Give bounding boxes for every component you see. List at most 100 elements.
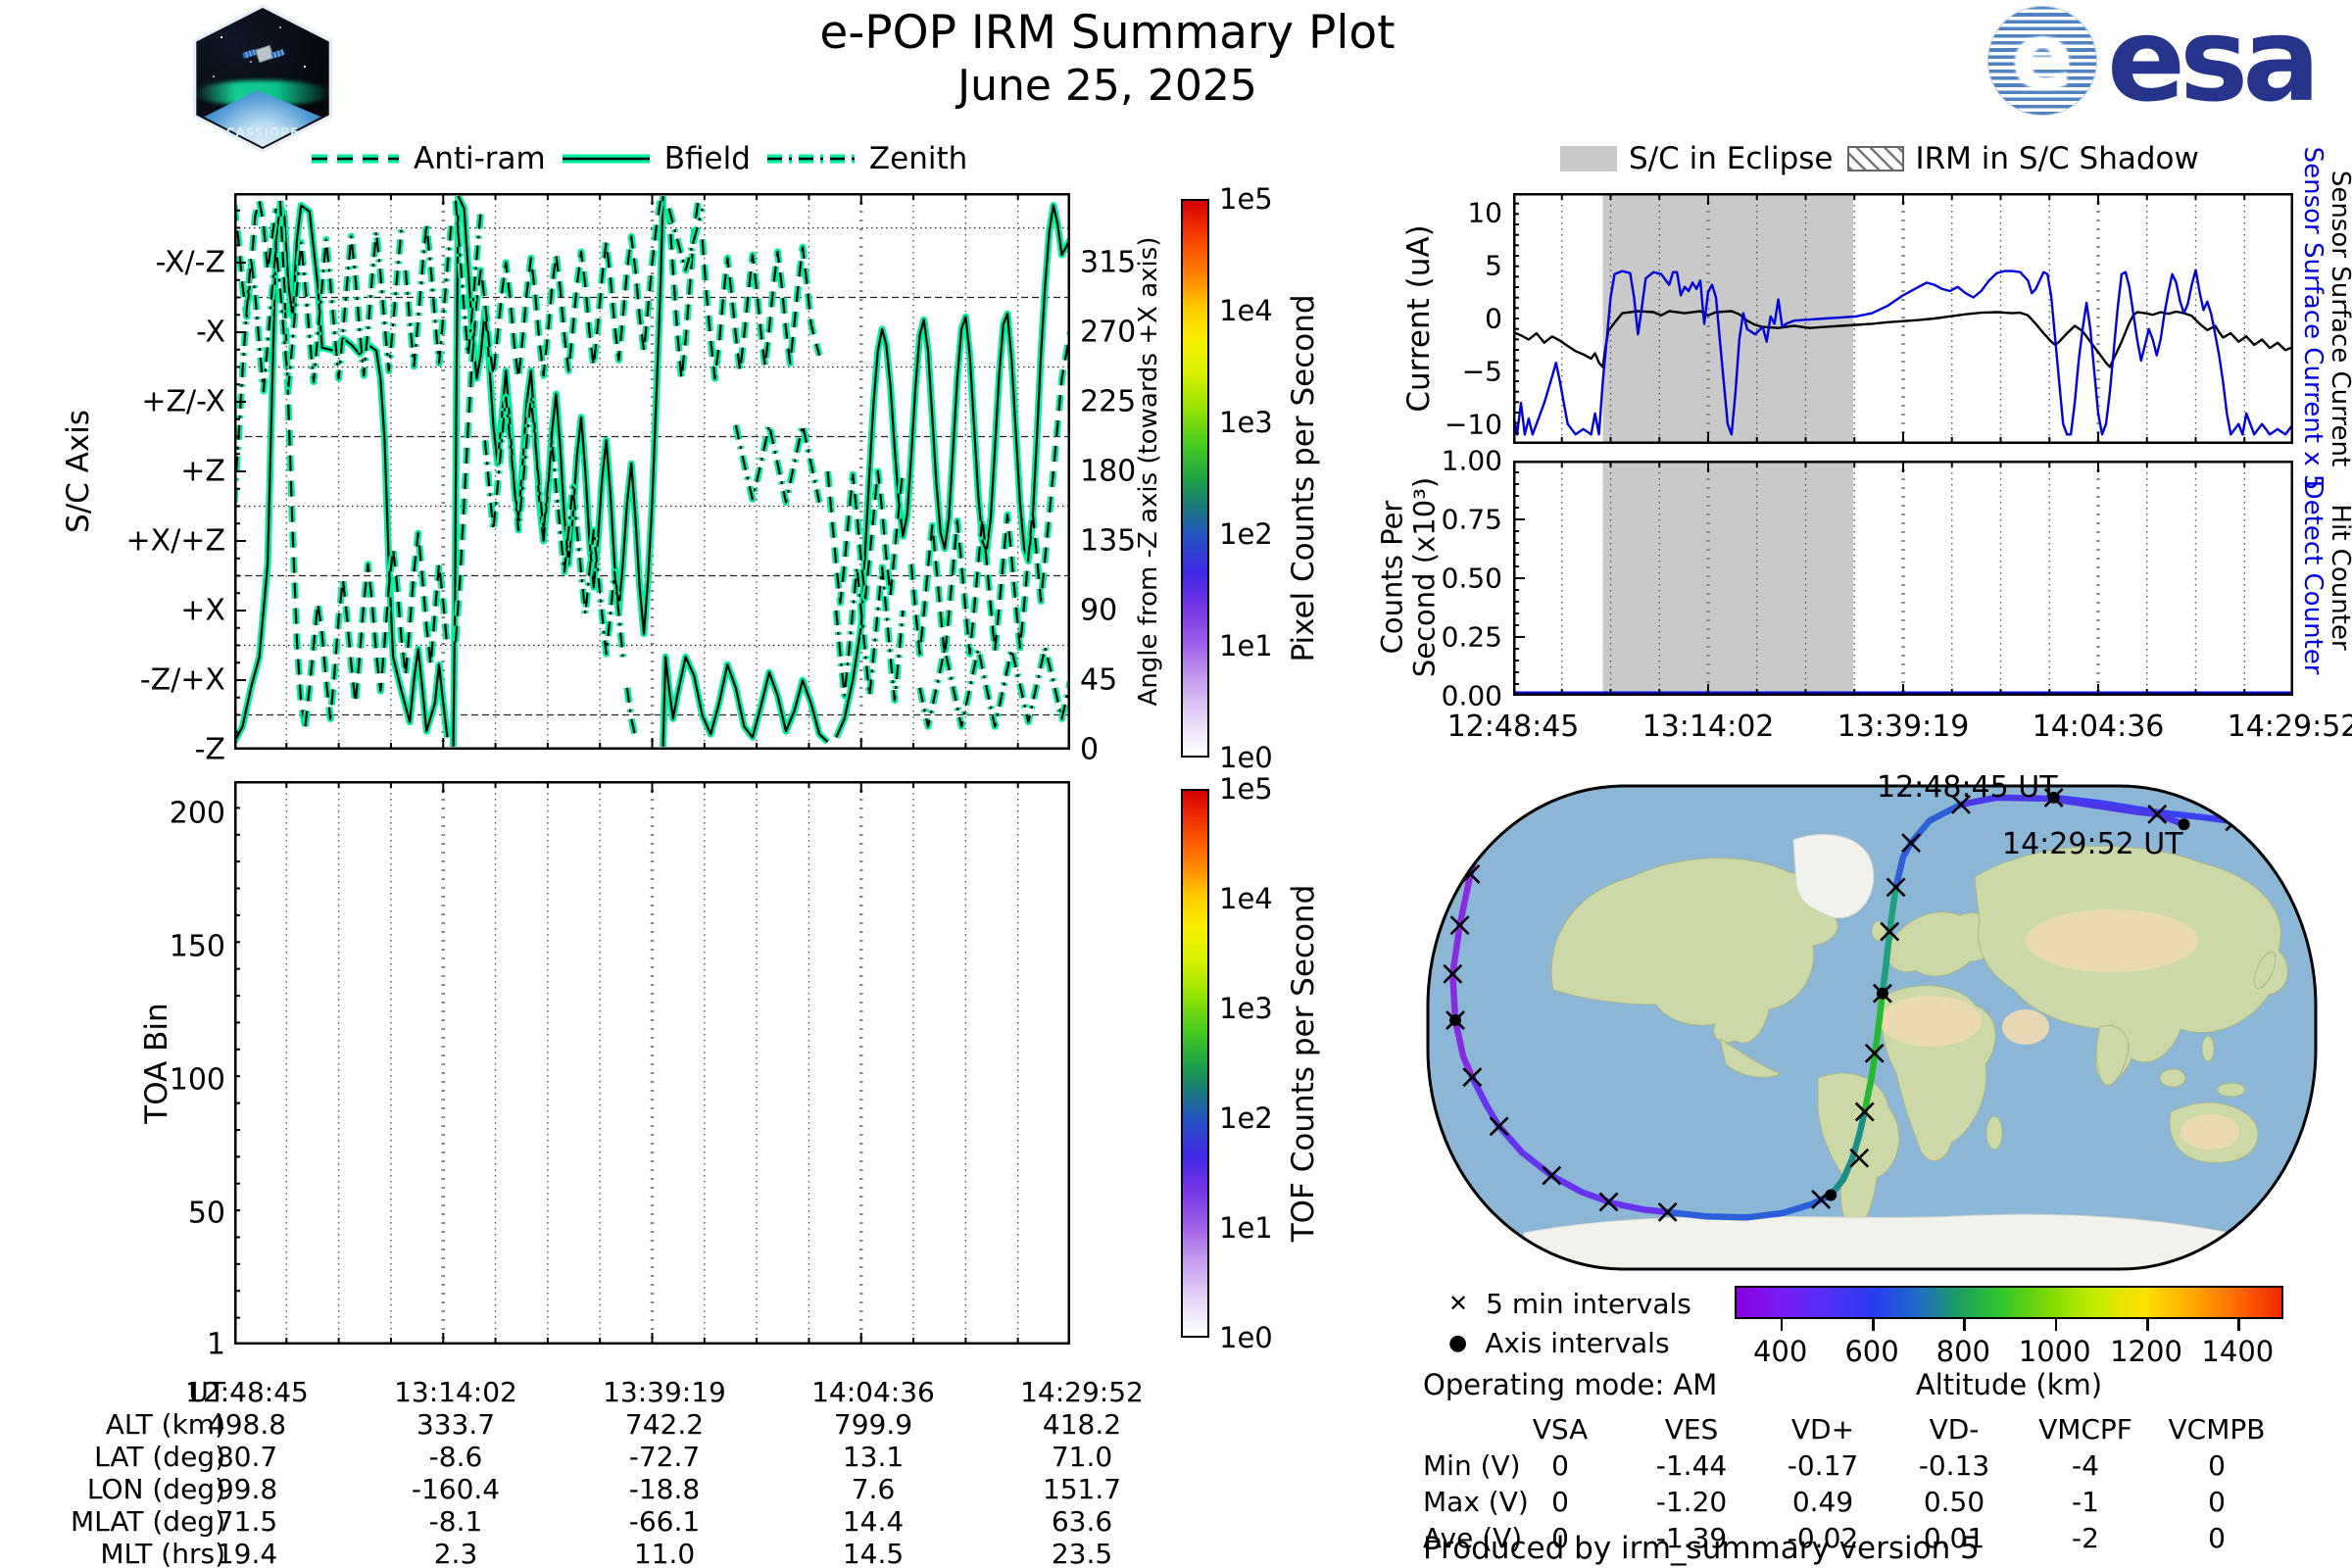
counts-ytick: 0.50 <box>1441 562 1502 595</box>
ephemeris-row: UT 12:48:45 13:14:02 13:39:19 14:04:36 14:29:… <box>0 1376 1225 1408</box>
eclipse-legend-item: S/C in Eclipse <box>1560 141 1834 176</box>
counts-plot <box>1513 461 2293 696</box>
tof-colorbar-tick: 1e0 <box>1219 1321 1273 1354</box>
attitude-legend-item-zenith: Zenith <box>764 141 967 176</box>
pixel-colorbar-tick: 1e1 <box>1219 629 1273 662</box>
attitude-ytick-right: 135 <box>1080 523 1137 559</box>
voltage-row: Ave (V) 0 -1.39 -0.02 0.01 -2 0 <box>0 1522 2352 1554</box>
counts-ytick: 1.00 <box>1441 444 1502 477</box>
marker-legend-5min: 5 min intervals <box>1486 1287 1691 1320</box>
page-title: e-POP IRM Summary Plot <box>819 6 1396 60</box>
pixel-colorbar-tick: 1e4 <box>1219 294 1273 327</box>
counts-right-label-black: Hit Counter <box>2326 504 2352 651</box>
eclipse-legend-label: S/C in Eclipse <box>1629 141 1834 176</box>
marker-legend: ✕ 5 min intervals ● Axis intervals <box>1448 1284 1691 1362</box>
altitude-ticklabel: 1200 <box>2110 1335 2182 1368</box>
cassiope-mission-patch-icon: CASSIOPE <box>188 4 337 153</box>
eclipse-swatch-icon <box>1560 146 1617 172</box>
counts-right-label-blue: Detect Counter <box>2298 479 2328 675</box>
voltage-row: Min (V) 0 -1.44 -0.17 -0.13 -4 0 <box>0 1449 2352 1482</box>
tof-colorbar <box>1181 789 1209 1338</box>
tof-colorbar-tick: 1e5 <box>1219 772 1273 806</box>
ephemeris-value: 14:29:52 <box>1020 1376 1144 1408</box>
attitude-legend: Anti-ram Bfield Zenith <box>309 141 967 176</box>
tof-colorbar-tick: 1e4 <box>1219 882 1273 915</box>
voltage-header-row: VSA VES VD+ VD- VMCPF VCMPB <box>0 1413 2352 1446</box>
altitude-tick <box>2237 1319 2240 1331</box>
time-xtick: 13:14:02 <box>1642 710 1775 744</box>
attitude-ytick-right: 225 <box>1080 384 1137 419</box>
attitude-legend-item-anti-ram: Anti-ram <box>309 141 546 176</box>
altitude-tick <box>1780 1319 1784 1331</box>
counts-ytick: 0.75 <box>1441 503 1502 536</box>
desert-central-asia <box>2026 909 2198 972</box>
current-ytick: −5 <box>1461 355 1502 388</box>
current-ytick: −10 <box>1444 408 1502 441</box>
dot-marker-icon: ● <box>1448 1330 1468 1355</box>
desert-australia <box>2180 1114 2239 1150</box>
pixel-colorbar-tick: 1e5 <box>1219 182 1273 216</box>
ephemeris-value: 13:14:02 <box>394 1376 517 1408</box>
operating-mode: Operating mode: AM <box>1423 1368 1718 1401</box>
esa-globe-e: e <box>2011 4 2074 110</box>
island-newguinea <box>2217 1082 2246 1098</box>
tof-colorbar-tick: 1e3 <box>1219 992 1273 1025</box>
pixel-colorbar-tick: 1e2 <box>1219 517 1273 551</box>
eclipse-legend-item: IRM in S/C Shadow <box>1846 141 2199 176</box>
world-map: 12:48:45 UT 14:29:52 UT <box>1426 770 2318 1271</box>
time-xtick: 14:29:52 <box>2227 710 2352 744</box>
time-xtick: 13:39:19 <box>1837 710 1970 744</box>
epop-irm-summary-page: CASSIOPE e-POP IRM Summary Plot June 25,… <box>0 0 2352 1568</box>
marker-legend-axis: Axis intervals <box>1485 1326 1670 1359</box>
attitude-legend-label: Anti-ram <box>414 141 546 176</box>
pixel-colorbar <box>1181 199 1209 758</box>
current-ytick: 5 <box>1485 249 1502 282</box>
esa-logo: e esa <box>1987 0 2340 127</box>
pixel-colorbar-tick: 1e0 <box>1219 741 1273 774</box>
current-plot <box>1513 193 2293 444</box>
attitude-ytick-left: -X <box>196 315 225 350</box>
voltage-row: Max (V) 0 -1.20 0.49 0.50 -1 0 <box>0 1486 2352 1518</box>
altitude-ticklabel: 1400 <box>2201 1335 2275 1368</box>
altitude-colorbar <box>1735 1286 2283 1319</box>
attitude-ytick-right: 180 <box>1080 454 1137 489</box>
attitude-ytick-right: 315 <box>1080 245 1137 280</box>
altitude-ticklabel: 400 <box>1752 1335 1808 1368</box>
attitude-ytick-left: +X <box>180 593 225 628</box>
map-base <box>1428 786 2316 1269</box>
tof-colorbar-tick: 1e2 <box>1219 1102 1273 1135</box>
altitude-tick <box>1872 1319 1875 1331</box>
island-philippines <box>2201 1035 2215 1062</box>
attitude-legend-label: Bfield <box>663 141 751 176</box>
attitude-ytick-left: +Z/-X <box>141 384 225 419</box>
esa-globe-icon: e <box>1987 4 2097 116</box>
attitude-legend-label: Zenith <box>868 141 968 176</box>
current-right-label-black: Sensor Surface Current <box>2326 170 2352 467</box>
current-ytick: 10 <box>1467 196 1502 229</box>
altitude-tick <box>1963 1319 1966 1331</box>
toa-ytick: 1 <box>206 1327 225 1362</box>
patch-label: CASSIOPE <box>225 125 300 139</box>
time-xtick: 12:48:45 <box>1446 710 1580 744</box>
attitude-ytick-right: 270 <box>1080 315 1137 350</box>
map-end-annotation: 14:29:52 UT <box>2002 827 2183 861</box>
altitude-ticklabel: 800 <box>1936 1335 1991 1368</box>
altitude-ticklabel: 1000 <box>2018 1335 2091 1368</box>
attitude-right-axis-label: Angle from -Z axis (towards +X axis) <box>1134 236 1163 707</box>
attitude-ytick-right: 90 <box>1080 593 1118 628</box>
toa-ytick: 100 <box>169 1062 225 1098</box>
attitude-ytick-left: +X/+Z <box>125 523 225 559</box>
toa-ytick: 50 <box>187 1196 225 1231</box>
attitude-plot <box>234 193 1070 750</box>
altitude-tick <box>2146 1319 2149 1331</box>
toa-ytick: 150 <box>169 929 225 964</box>
island-borneo <box>2159 1068 2186 1088</box>
esa-wordmark: esa <box>2107 0 2321 127</box>
antarctica <box>1523 1213 2230 1269</box>
tof-colorbar-label: TOF Counts per Second <box>1286 884 1321 1243</box>
voltage-column-header: VCMPB <box>2168 1413 2266 1446</box>
attitude-ytick-left: +Z <box>180 454 225 489</box>
toa-plot <box>234 781 1070 1345</box>
desert-sahara <box>1880 996 1982 1047</box>
attitude-ytick-left: -Z/+X <box>139 662 225 698</box>
